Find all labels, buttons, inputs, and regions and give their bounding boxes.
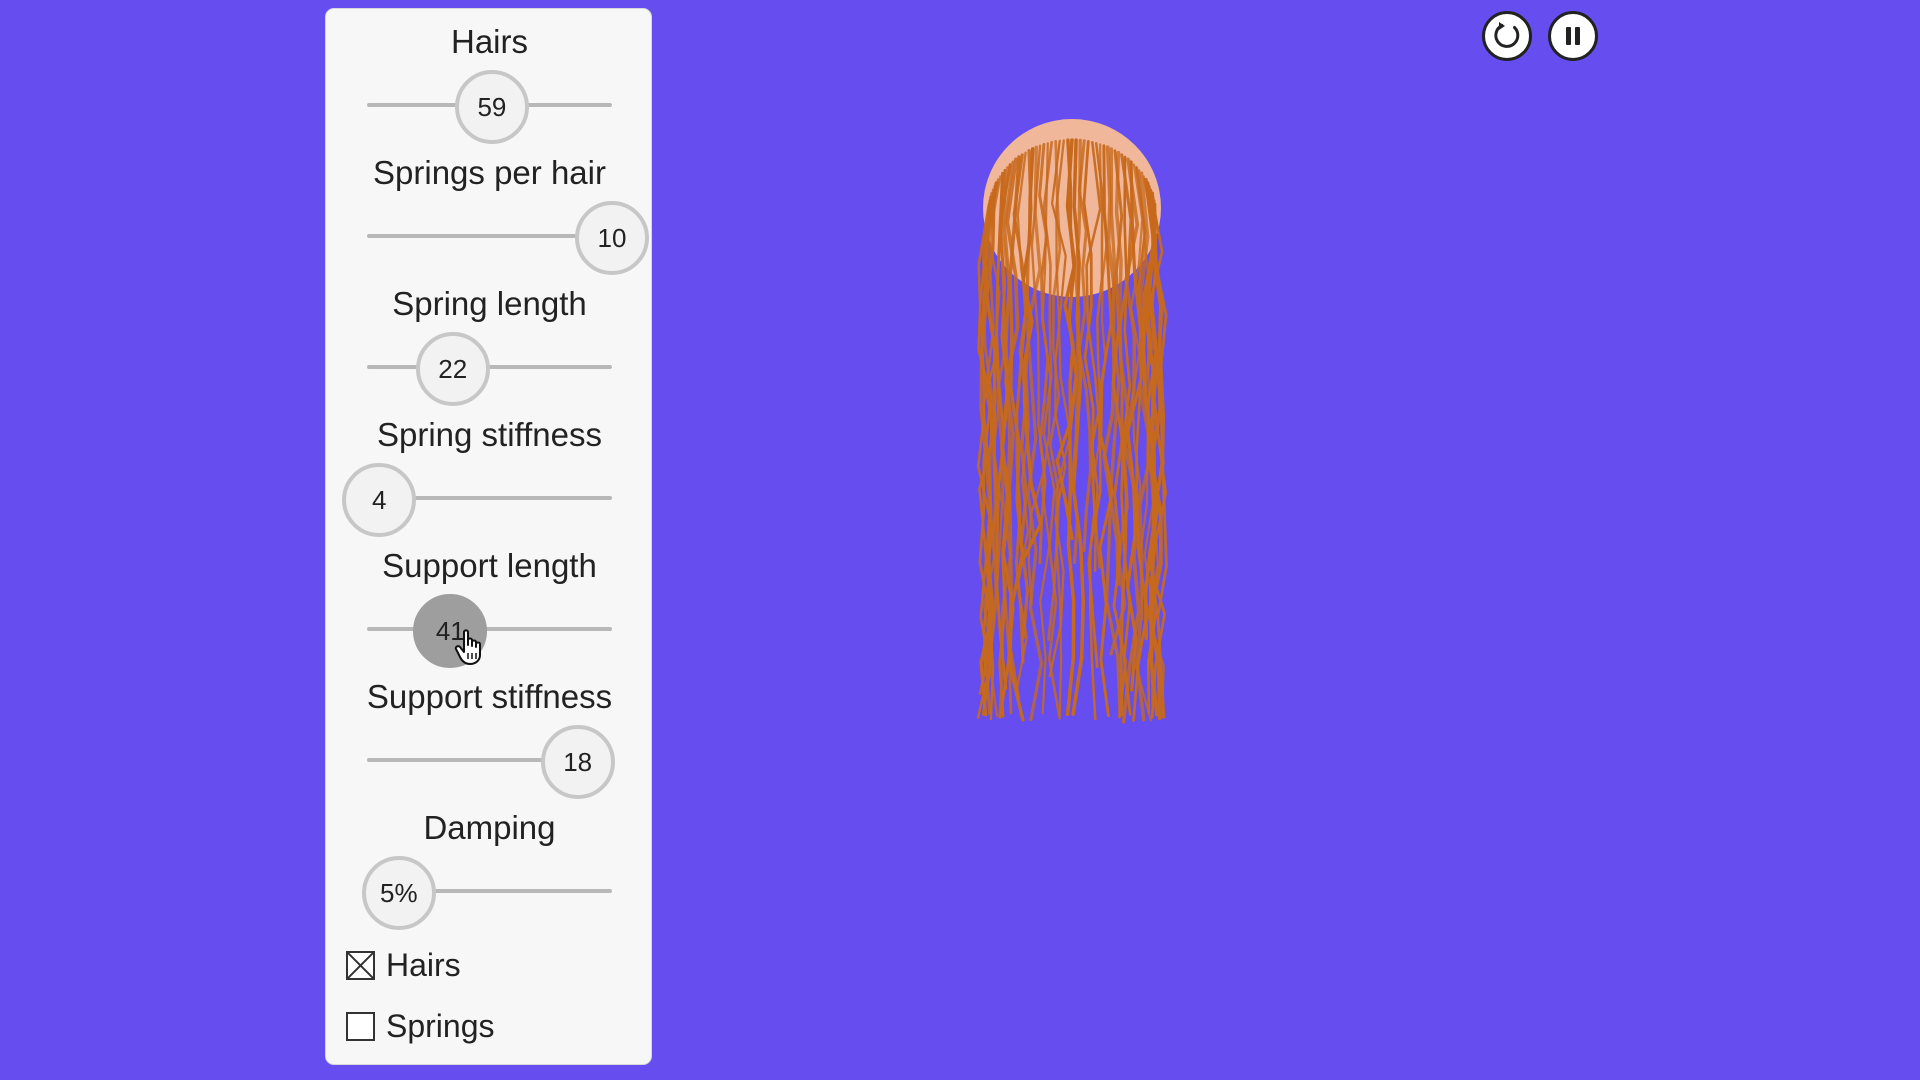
springs-checkbox[interactable] [346,1011,375,1041]
pause-button[interactable] [1548,11,1598,61]
slider-thumb[interactable]: 18 [540,725,615,799]
slider-value: 59 [477,91,507,122]
slider-value: 22 [438,353,468,384]
control-spring-stiffness: Spring stiffness 4 [326,402,653,537]
slider-thumb[interactable]: 5% [361,856,436,930]
controls-panel: Hairs 59 Springs per hair 10 Spring leng… [325,8,652,1065]
control-label: Hairs [450,23,528,60]
hairs-toggle[interactable]: Hairs [346,945,461,985]
hair-simulation-canvas [976,119,1168,724]
springs-toggle-label: Springs [386,1007,495,1044]
slider-thumb[interactable]: 41 [413,594,488,668]
pause-icon [1566,27,1580,45]
control-label: Support length [382,547,597,584]
slider-value: 10 [597,222,627,253]
slider-thumb[interactable]: 4 [342,463,417,537]
slider-value: 5% [380,877,418,908]
control-springs-per-hair: Springs per hair 10 [326,140,653,275]
control-label: Support stiffness [366,678,613,715]
simulation-stage: Hairs 59 Springs per hair 10 Spring leng… [0,0,1920,1080]
control-label: Spring stiffness [376,416,602,453]
reset-button[interactable] [1482,11,1532,61]
slider-value: 4 [372,484,387,515]
hairs-toggle-label: Hairs [386,946,461,983]
control-label: Spring length [392,285,587,322]
slider-thumb[interactable]: 59 [454,70,529,144]
slider-value: 18 [563,746,593,777]
checkmark-icon [347,951,374,979]
control-hairs: Hairs 59 [326,9,653,144]
slider-value: 41 [435,615,465,646]
control-label: Damping [423,809,556,846]
springs-toggle[interactable]: Springs [346,1006,495,1046]
control-support-length: Support length 41 [326,533,653,668]
control-damping: Damping 5% [326,795,653,930]
slider-track[interactable] [367,627,612,631]
slider-thumb[interactable]: 10 [575,201,649,275]
control-support-stiffness: Support stiffness 18 [326,664,653,799]
hairs-checkbox[interactable] [346,950,375,980]
reload-icon [1494,22,1520,48]
slider-thumb[interactable]: 22 [415,332,490,406]
control-spring-length: Spring length 22 [326,271,653,406]
control-label: Springs per hair [373,154,606,191]
